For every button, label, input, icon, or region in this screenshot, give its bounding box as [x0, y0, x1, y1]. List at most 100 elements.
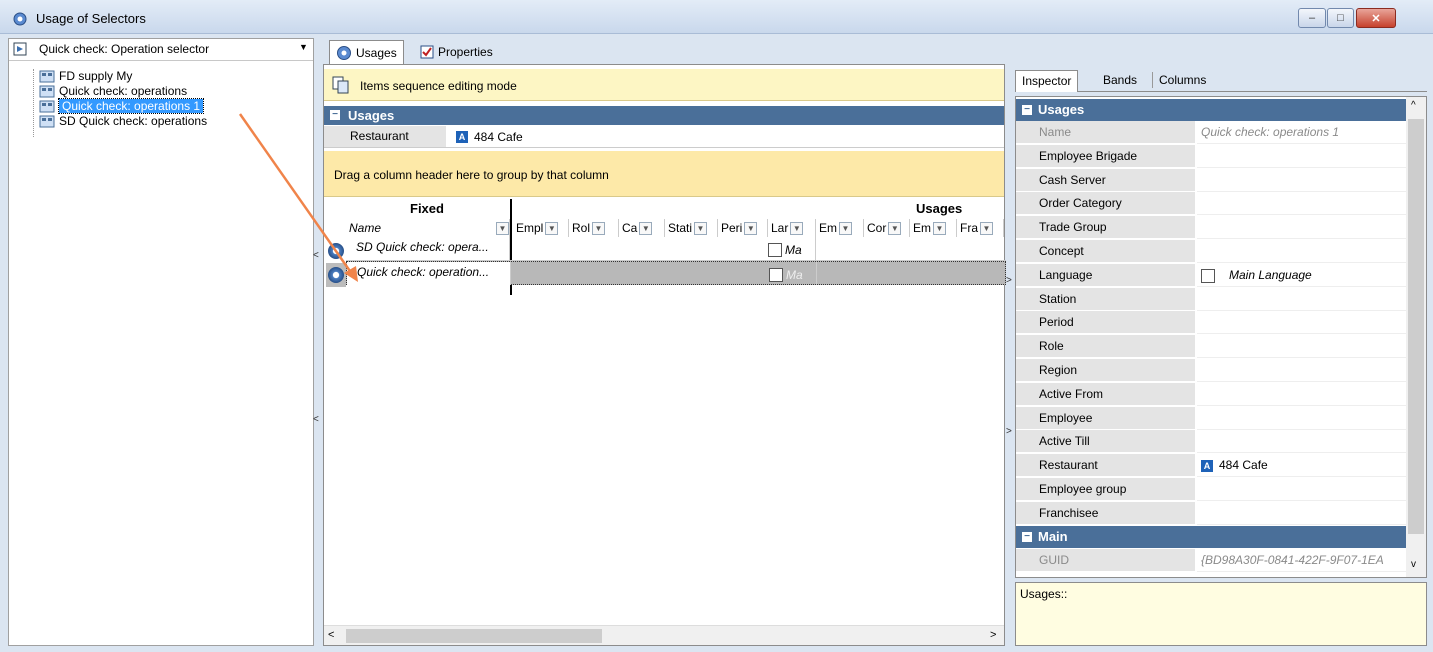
property-row[interactable]: Employee Brigade	[1016, 144, 1406, 169]
column-filter-icon[interactable]: ▼	[694, 221, 708, 235]
property-value[interactable]	[1197, 502, 1406, 525]
collapse-icon[interactable]: −	[1022, 105, 1032, 115]
property-value[interactable]	[1197, 216, 1406, 240]
collapse-left-icon[interactable]: <	[313, 414, 319, 425]
inspector-section-usages[interactable]: − Usages	[1016, 99, 1406, 121]
property-row[interactable]: Role	[1016, 335, 1406, 359]
property-value[interactable]	[1197, 407, 1406, 430]
column-header[interactable]: Em ▼	[816, 219, 864, 237]
property-value[interactable]: Main Language	[1197, 264, 1406, 287]
property-row[interactable]: Employee group	[1016, 478, 1406, 502]
selector-combobox[interactable]: Quick check: Operation selector ▼	[9, 39, 313, 61]
column-header[interactable]: Em ▼	[910, 219, 957, 237]
scroll-down-icon[interactable]: v	[1411, 559, 1416, 570]
table-row[interactable]: SD Quick check: opera... Ma	[346, 237, 1006, 261]
property-row[interactable]: Employee	[1016, 406, 1406, 431]
property-value[interactable]	[1197, 288, 1406, 311]
tree-item-fd-supply[interactable]: FD supply My	[39, 69, 309, 83]
app-gear-icon	[13, 12, 27, 26]
property-value[interactable]	[1197, 145, 1406, 168]
column-header[interactable]: Rol ▼	[569, 219, 619, 237]
property-value[interactable]	[1197, 383, 1406, 406]
checkbox[interactable]	[768, 243, 782, 257]
property-row[interactable]: Region	[1016, 359, 1406, 383]
tab-inspector[interactable]: Inspector	[1015, 70, 1079, 92]
column-header-name[interactable]: Name ▼	[346, 219, 510, 237]
scrollbar-thumb[interactable]	[1408, 119, 1424, 534]
column-filter-icon[interactable]: ▼	[545, 221, 559, 235]
property-value[interactable]	[1197, 192, 1406, 216]
usages-section-header[interactable]: − Usages	[324, 106, 1004, 125]
inspector-section-main[interactable]: − Main	[1016, 526, 1406, 548]
maximize-button[interactable]: □	[1327, 8, 1354, 28]
collapse-right-icon[interactable]: >	[1006, 426, 1012, 437]
property-name: Trade Group	[1016, 216, 1195, 240]
property-row[interactable]: Active From	[1016, 382, 1406, 407]
collapse-right-icon[interactable]: >	[1006, 275, 1012, 286]
tab-columns[interactable]: Columns	[1153, 70, 1212, 92]
property-value[interactable]	[1197, 430, 1406, 454]
column-filter-icon[interactable]: ▼	[933, 221, 946, 235]
column-filter-icon[interactable]: ▼	[592, 221, 606, 235]
scroll-right-icon[interactable]: >	[990, 629, 996, 641]
column-filter-icon[interactable]: ▼	[790, 221, 804, 235]
vertical-scrollbar[interactable]: ^ v	[1406, 97, 1426, 577]
property-name: GUID	[1016, 549, 1195, 572]
property-value[interactable]	[1197, 478, 1406, 501]
property-row[interactable]: Restaurant A 484 Cafe	[1016, 454, 1406, 478]
tab-properties[interactable]: Properties	[414, 40, 499, 63]
checkbox[interactable]	[769, 268, 783, 282]
column-header[interactable]: Ca ▼	[619, 219, 665, 237]
horizontal-scrollbar[interactable]: < >	[324, 625, 1004, 645]
scrollbar-thumb[interactable]	[346, 629, 602, 643]
property-value[interactable]	[1197, 335, 1406, 359]
tab-usages[interactable]: Usages	[329, 40, 404, 64]
tree-item-quick-check-operations[interactable]: Quick check: operations	[39, 83, 309, 98]
property-row[interactable]: Active Till	[1016, 430, 1406, 454]
property-row[interactable]: Name Quick check: operations 1	[1016, 121, 1406, 145]
column-header[interactable]: Cor ▼	[864, 219, 910, 237]
cell-language-text: Ma	[785, 243, 802, 257]
property-value[interactable]: Quick check: operations 1	[1197, 121, 1406, 144]
column-filter-icon[interactable]: ▼	[888, 221, 902, 235]
checkbox[interactable]	[1201, 268, 1215, 283]
property-row[interactable]: Cash Server	[1016, 168, 1406, 193]
scroll-left-icon[interactable]: <	[328, 629, 334, 641]
scroll-up-icon[interactable]: ^	[1411, 100, 1416, 111]
column-filter-icon[interactable]: ▼	[496, 221, 509, 235]
restaurant-icon: A	[456, 131, 468, 143]
property-row[interactable]: Franchisee	[1016, 501, 1406, 526]
restaurant-value[interactable]: A 484 Cafe	[456, 130, 523, 144]
minimize-button[interactable]: –	[1298, 8, 1326, 28]
property-row[interactable]: Station	[1016, 287, 1406, 312]
close-button[interactable]: ✕	[1356, 8, 1396, 28]
column-filter-icon[interactable]: ▼	[980, 221, 993, 235]
property-value[interactable]	[1197, 169, 1406, 192]
cell-language[interactable]: Ma	[768, 237, 816, 260]
collapse-icon[interactable]: −	[1022, 532, 1032, 542]
column-header[interactable]: Stati ▼	[665, 219, 718, 237]
property-row-guid[interactable]: GUID {BD98A30F-0841-422F-9F07-1EA	[1016, 549, 1406, 573]
property-row[interactable]: Concept	[1016, 240, 1406, 264]
property-row[interactable]: Order Category	[1016, 192, 1406, 216]
column-header[interactable]: Peri ▼	[718, 219, 768, 237]
property-value[interactable]	[1197, 240, 1406, 263]
column-header[interactable]: Fra ▼	[957, 219, 1004, 237]
property-row[interactable]: Period	[1016, 311, 1406, 335]
column-filter-icon[interactable]: ▼	[639, 221, 653, 235]
property-value[interactable]	[1197, 311, 1406, 335]
property-value[interactable]: A 484 Cafe	[1197, 454, 1406, 478]
group-by-panel[interactable]: Drag a column header here to group by th…	[324, 151, 1004, 197]
table-row-selected[interactable]: Quick check: operation... Ma	[346, 261, 1006, 285]
column-header[interactable]: Empl ▼	[513, 219, 569, 237]
cell-language[interactable]: Ma	[769, 262, 817, 285]
column-filter-icon[interactable]: ▼	[744, 221, 758, 235]
property-row[interactable]: Trade Group	[1016, 216, 1406, 240]
property-row[interactable]: Language Main Language	[1016, 263, 1406, 288]
column-filter-icon[interactable]: ▼	[839, 221, 852, 235]
sequence-edit-icon[interactable]	[332, 76, 350, 94]
tab-bands[interactable]: Bands	[1097, 70, 1143, 92]
column-header[interactable]: Lar ▼	[768, 219, 816, 237]
property-value[interactable]	[1197, 359, 1406, 382]
chevron-down-icon[interactable]: ▼	[299, 42, 308, 52]
